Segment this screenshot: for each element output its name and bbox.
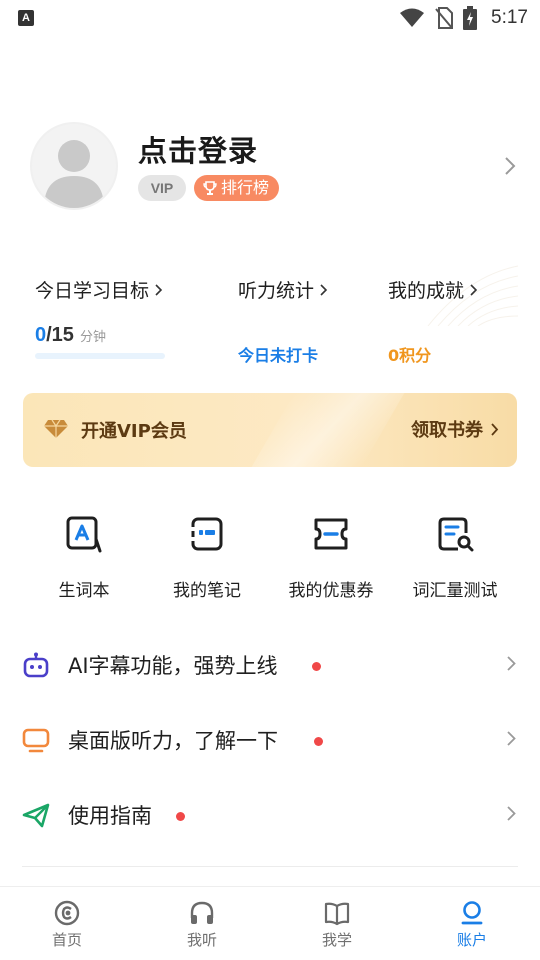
listening-stats-title: 听力统计 <box>238 280 315 302</box>
wifi-icon <box>400 8 425 27</box>
feature-label: AI字幕功能，强势上线 <box>68 654 278 678</box>
tool-vocab-test[interactable]: 词汇量测试 <box>390 512 520 601</box>
tool-vocabulary-book[interactable]: 生词本 <box>19 512 149 601</box>
claim-coupon-label: 领取书券 <box>411 420 483 441</box>
tab-home[interactable]: 首页 <box>32 899 102 950</box>
tool-label: 我的笔记 <box>173 581 241 601</box>
account-icon <box>461 901 483 925</box>
tab-label: 账户 <box>456 931 487 949</box>
battery-charging-icon <box>463 6 478 30</box>
feature-item-ai-subtitles[interactable]: AI字幕功能，强势上线 <box>0 634 540 694</box>
feature-label: 使用指南 <box>68 804 152 828</box>
book-icon <box>324 902 350 926</box>
goal-unit: 分钟 <box>79 330 106 345</box>
tools-grid: 生词本 我的笔记 我的优惠券 词汇量测试 <box>0 512 540 612</box>
leaderboard-label: 排行榜 <box>221 178 270 197</box>
goal-current: 0 <box>35 324 47 346</box>
notification-dot <box>312 662 321 671</box>
goal-target: /15 <box>46 324 74 346</box>
chevron-right-icon <box>320 283 328 296</box>
tab-account[interactable]: 账户 <box>437 899 507 950</box>
notification-dot <box>314 737 323 746</box>
monitor-icon <box>22 728 50 753</box>
notes-icon <box>190 517 223 551</box>
trophy-icon <box>203 181 217 195</box>
chevron-right-icon <box>507 731 516 746</box>
status-icons: 5:17 <box>399 6 528 30</box>
tab-label: 我听 <box>186 931 217 949</box>
tab-listen[interactable]: 我听 <box>167 899 237 950</box>
vip-banner[interactable]: 开通VIP会员 领取书券 <box>23 393 517 467</box>
chevron-right-icon[interactable] <box>504 156 516 176</box>
banner-shine <box>251 393 405 467</box>
claim-coupon-button[interactable]: 领取书券 <box>411 416 499 442</box>
chevron-right-icon <box>507 806 516 821</box>
tool-coupons[interactable]: 我的优惠券 <box>266 512 396 601</box>
login-link[interactable]: 点击登录 <box>138 128 258 170</box>
checkin-status: 今日未打卡 <box>238 346 319 365</box>
robot-icon <box>23 652 49 678</box>
paper-plane-icon <box>22 803 50 828</box>
study-goal-value: 0 /15 分钟 <box>35 324 106 347</box>
vip-title: 开通VIP会员 <box>81 421 187 442</box>
chevron-right-icon <box>491 422 499 436</box>
goal-progress-bar <box>35 353 165 359</box>
leaderboard-badge[interactable]: 排行榜 <box>194 175 280 201</box>
headphones-icon <box>190 901 214 924</box>
points-value: 0积分 <box>388 346 432 365</box>
divider <box>22 866 518 867</box>
stats-section: 今日学习目标 0 /15 分钟 听力统计 今日未打卡 我的成就 0积分 <box>0 256 540 366</box>
clock: 5:17 <box>491 7 528 28</box>
tool-notes[interactable]: 我的笔记 <box>142 512 272 601</box>
tool-label: 生词本 <box>58 581 110 601</box>
avatar[interactable] <box>30 122 118 210</box>
feature-item-user-guide[interactable]: 使用指南 <box>0 784 540 844</box>
tab-label: 我学 <box>321 931 352 949</box>
home-icon <box>54 900 80 926</box>
achievements-link[interactable]: 我的成就 <box>388 276 478 303</box>
tab-label: 首页 <box>51 931 82 949</box>
vocabulary-book-icon <box>66 516 102 553</box>
chevron-right-icon <box>507 656 516 671</box>
diamond-icon <box>44 419 68 438</box>
chevron-right-icon <box>155 283 163 296</box>
profile-header[interactable]: 点击登录 VIP 排行榜 <box>0 118 540 214</box>
coupon-icon <box>314 518 348 550</box>
study-goal-title: 今日学习目标 <box>35 280 150 302</box>
app-notification-icon: A <box>18 10 34 26</box>
achievements-title: 我的成就 <box>388 280 465 302</box>
study-goal-link[interactable]: 今日学习目标 <box>35 276 163 303</box>
tool-label: 我的优惠券 <box>288 581 374 601</box>
tool-label: 词汇量测试 <box>412 581 498 601</box>
status-bar: A 5:17 <box>0 0 540 36</box>
feature-item-desktop-version[interactable]: 桌面版听力，了解一下 <box>0 709 540 769</box>
feature-label: 桌面版听力，了解一下 <box>68 729 278 753</box>
chevron-right-icon <box>470 283 478 296</box>
bottom-tab-bar: 首页 我听 我学 账户 <box>0 886 540 960</box>
tab-learn[interactable]: 我学 <box>302 899 372 950</box>
default-avatar-icon <box>44 140 104 208</box>
listening-stats-link[interactable]: 听力统计 <box>238 276 328 303</box>
vip-badge[interactable]: VIP <box>138 175 186 201</box>
vocab-test-icon <box>438 517 474 552</box>
notification-dot <box>176 812 185 821</box>
no-sim-icon <box>435 7 454 29</box>
